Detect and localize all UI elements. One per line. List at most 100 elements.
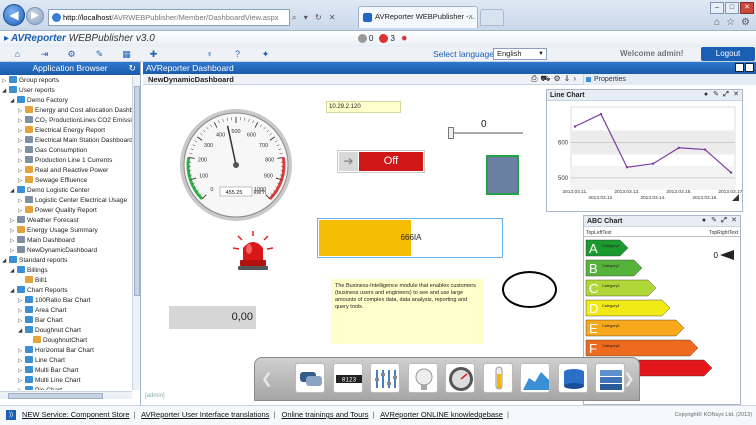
tree-toggle-icon[interactable]: ▷ bbox=[18, 386, 25, 390]
abc-arrow[interactable] bbox=[585, 299, 671, 317]
tree-item[interactable]: ▷ Electrical Main Station Dashboard bbox=[18, 136, 132, 146]
tree-toggle-icon[interactable]: ▷ bbox=[18, 166, 25, 176]
scroll-thumb[interactable] bbox=[8, 393, 103, 399]
tree-item[interactable]: ▷ Gas Consumption bbox=[18, 146, 87, 156]
line-chart-panel[interactable]: Line Chart ● ✎ ⤢ ✕ 600 500 2013.03.11. 2013… bbox=[546, 89, 744, 212]
tree-toggle-icon[interactable]: ▷ bbox=[18, 156, 25, 166]
scroll-thumb[interactable] bbox=[134, 86, 140, 296]
stack-widget-icon[interactable] bbox=[595, 363, 625, 393]
tree-toggle-icon[interactable]: ◢ bbox=[10, 186, 17, 196]
gauge-widget[interactable]: 0 100 200 300 400 500 600 700 800 900 1000 455.25 kW… bbox=[176, 105, 296, 225]
line-point[interactable] bbox=[703, 148, 707, 151]
lamp-widget-icon[interactable] bbox=[407, 363, 438, 393]
tree-item[interactable]: ◢ Demo Logistic Center bbox=[10, 186, 90, 196]
tree-toggle-icon[interactable]: ◢ bbox=[10, 96, 17, 106]
tree-item[interactable]: ▷ Energy Usage Summary bbox=[10, 226, 98, 236]
tree-item[interactable]: ▷ Multi Bar Chart bbox=[18, 366, 78, 376]
tree-toggle-icon[interactable]: ▷ bbox=[18, 206, 25, 216]
tree-toggle-icon[interactable]: ▷ bbox=[18, 346, 25, 356]
thermometer-widget-icon[interactable] bbox=[482, 363, 513, 393]
line-point[interactable] bbox=[573, 125, 577, 128]
maximize-icon[interactable]: □ bbox=[725, 2, 739, 14]
maximize-panel-icon[interactable] bbox=[745, 63, 754, 72]
abc-arrow[interactable] bbox=[585, 319, 685, 337]
refresh-icon[interactable]: ↻ bbox=[315, 13, 322, 22]
tree-toggle-icon[interactable]: ▷ bbox=[18, 126, 25, 136]
text-note-widget[interactable]: The Business-Intelligence module that en… bbox=[331, 279, 484, 344]
area-chart-widget-icon[interactable] bbox=[520, 363, 550, 393]
abc-arrow[interactable] bbox=[585, 339, 699, 357]
tree-item[interactable]: ◢ Billings bbox=[10, 266, 48, 276]
tree-item[interactable]: ◢ Doughnut Chart bbox=[18, 326, 81, 336]
tree-item[interactable]: Bill1 bbox=[18, 276, 47, 286]
off-switch-widget[interactable]: ➔ Off bbox=[337, 150, 425, 173]
tree-toggle-icon[interactable]: ▷ bbox=[18, 376, 25, 386]
edit-icon[interactable]: ✎ bbox=[710, 217, 718, 225]
tree-item[interactable]: ▷ Horizontal Bar Chart bbox=[18, 346, 94, 356]
event-icon[interactable]: ✹ bbox=[401, 33, 408, 44]
collapse-icon[interactable]: › bbox=[573, 74, 576, 84]
tree-item[interactable]: ▷ Bar Chart bbox=[18, 316, 63, 326]
alarm-badge[interactable]: 0 bbox=[358, 33, 373, 44]
tree-item[interactable]: ◢ Demo Factory bbox=[10, 96, 68, 106]
edit-icon[interactable]: ✎ bbox=[712, 91, 720, 99]
tree-item[interactable]: ▷ NewDynamicDashboard bbox=[10, 246, 97, 256]
line-point[interactable] bbox=[651, 162, 655, 165]
tree-toggle-icon[interactable]: ▷ bbox=[18, 196, 25, 206]
tree-item[interactable]: ▷ Area Chart bbox=[18, 306, 66, 316]
tree-toggle-icon[interactable]: ▷ bbox=[10, 236, 17, 246]
tab-close-icon[interactable]: × bbox=[469, 7, 473, 27]
chat-widget-icon[interactable] bbox=[295, 363, 325, 393]
puzzle-icon[interactable]: ✦ bbox=[260, 49, 271, 60]
tree-item[interactable]: ◢ Standard reports bbox=[2, 256, 67, 266]
tree-toggle-icon[interactable]: ▷ bbox=[18, 146, 25, 156]
ip-address-widget[interactable]: 10.29.2.120 bbox=[326, 101, 401, 113]
gauge-widget-icon[interactable] bbox=[445, 363, 475, 393]
close-window-icon[interactable]: ✕ bbox=[740, 2, 754, 14]
progress-bar-widget[interactable]: 666IA bbox=[317, 218, 503, 258]
print-icon[interactable]: ⎙ bbox=[531, 74, 537, 84]
tree-toggle-icon[interactable]: ▷ bbox=[2, 76, 9, 86]
collapse-panel-icon[interactable]: ● bbox=[700, 217, 708, 225]
tree-toggle-icon[interactable]: ▷ bbox=[10, 226, 17, 236]
search-icon[interactable]: ⌕ bbox=[292, 13, 296, 22]
home-browser-icon[interactable]: ⌂ bbox=[714, 17, 720, 28]
home-icon[interactable]: ⌂ bbox=[12, 49, 23, 60]
minimize-panel-icon[interactable] bbox=[735, 63, 744, 72]
sidebar-vertical-scrollbar[interactable] bbox=[132, 76, 140, 390]
close-icon[interactable]: ✕ bbox=[730, 217, 738, 225]
truck-icon[interactable]: ⛟ bbox=[540, 74, 550, 84]
tree-toggle-icon[interactable]: ◢ bbox=[10, 286, 17, 296]
line-point[interactable] bbox=[729, 171, 733, 174]
tree-item[interactable]: ▷ Line Chart bbox=[18, 356, 65, 366]
tree-toggle-icon[interactable]: ▷ bbox=[10, 216, 17, 226]
line-point[interactable] bbox=[677, 146, 681, 149]
expand-icon[interactable]: ⤢ bbox=[720, 217, 728, 225]
tree-toggle-icon[interactable]: ▷ bbox=[18, 356, 25, 366]
tree-item[interactable]: DoughnutChart bbox=[26, 336, 87, 346]
footer-link-trainings[interactable]: Online trainings and Tours bbox=[281, 410, 368, 419]
tree-item[interactable]: ▷ 100Ratio Bar Chart bbox=[18, 296, 91, 306]
download-icon[interactable]: ⇓ bbox=[564, 74, 571, 84]
settings-browser-icon[interactable]: ⚙ bbox=[741, 17, 750, 28]
database-widget-icon[interactable] bbox=[557, 363, 588, 393]
plug-icon[interactable]: ⇥ bbox=[39, 49, 50, 60]
tree-toggle-icon[interactable]: ▷ bbox=[10, 246, 17, 256]
tree-toggle-icon[interactable]: ◢ bbox=[18, 326, 25, 336]
tree-item[interactable]: ▷ Logistic Center Electrical Usage bbox=[18, 196, 127, 206]
line-point[interactable] bbox=[625, 166, 629, 169]
tree-item[interactable]: ▷ Production Line 1 Currents bbox=[18, 156, 112, 166]
expand-icon[interactable]: ⤢ bbox=[722, 91, 730, 99]
tree-item[interactable]: ▷ Main Dashboard bbox=[10, 236, 75, 246]
tree-item[interactable]: ▷ Electrical Energy Report bbox=[18, 126, 105, 136]
warning-badge[interactable]: 3 bbox=[379, 33, 395, 44]
tree-toggle-icon[interactable]: ◢ bbox=[2, 86, 9, 96]
resize-handle-icon[interactable] bbox=[732, 194, 739, 201]
status-indicator-box[interactable] bbox=[486, 155, 519, 195]
network-icon[interactable]: ♆ bbox=[204, 49, 215, 60]
equalizer-widget-icon[interactable] bbox=[370, 363, 400, 393]
slider-widget[interactable] bbox=[448, 127, 523, 139]
lock-icon[interactable]: ▾ bbox=[304, 13, 308, 22]
grid-icon[interactable]: ▦ bbox=[121, 49, 132, 60]
numeric-display-widget[interactable]: 0,00 bbox=[169, 306, 256, 329]
